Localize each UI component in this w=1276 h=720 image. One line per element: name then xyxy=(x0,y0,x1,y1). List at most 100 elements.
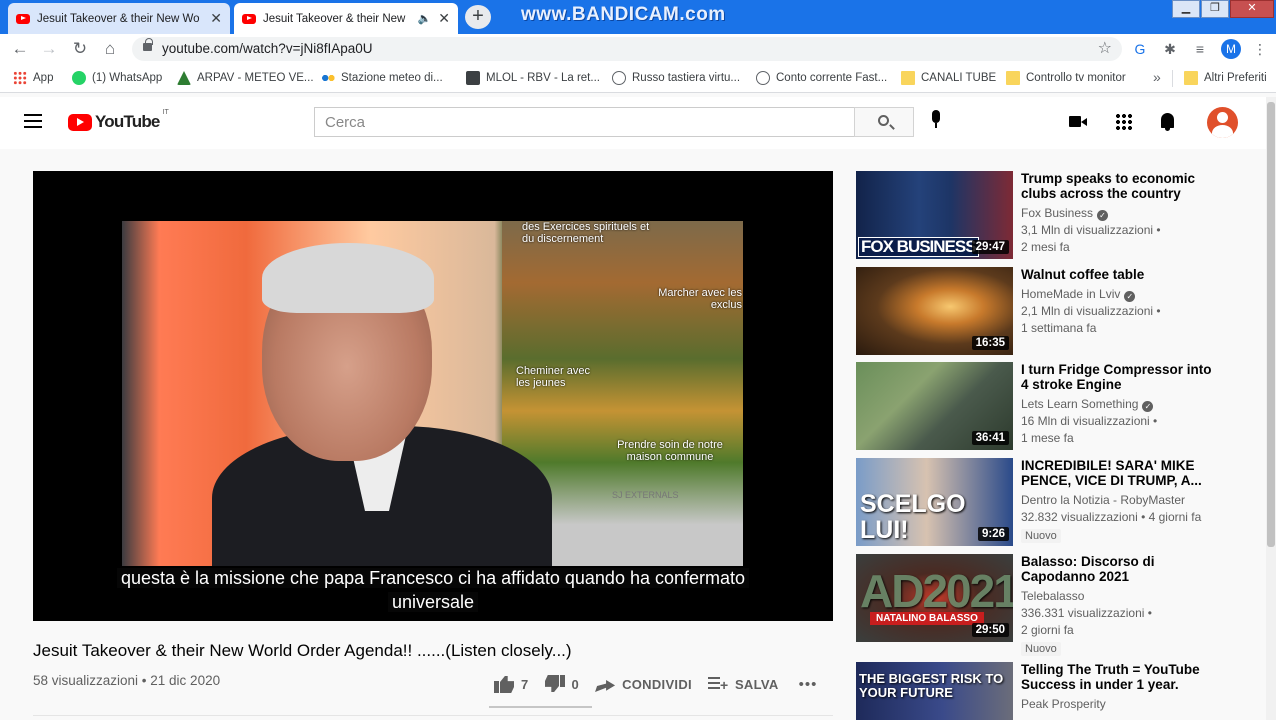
youtube-masthead: YouTube IT xyxy=(0,97,1266,149)
video-thumbnail[interactable]: SCELGO LUI! 9:26 xyxy=(856,458,1013,546)
bookmark-controllo-tv[interactable]: Controllo tv monitor xyxy=(1006,71,1126,85)
poster-text: Marcher avec les exclus xyxy=(658,287,742,311)
bookmark-mlol[interactable]: MLOL - RBV - La ret... xyxy=(466,71,600,85)
scrollbar-thumb[interactable] xyxy=(1267,102,1275,547)
voice-search-mic-icon[interactable] xyxy=(931,110,941,132)
verified-check-icon: ✓ xyxy=(1142,401,1154,412)
bookmark-whatsapp[interactable]: (1) WhatsApp xyxy=(72,71,162,85)
window-close-button[interactable]: ✕ xyxy=(1230,0,1274,18)
video-thumbnail[interactable]: FOX BUSINESS 29:47 xyxy=(856,171,1013,259)
recommended-title[interactable]: I turn Fridge Compressor into 4 stroke E… xyxy=(1021,362,1221,392)
globe-icon xyxy=(756,71,770,85)
page-scrollbar[interactable] xyxy=(1266,97,1276,720)
notifications-bell-icon[interactable] xyxy=(1158,112,1178,132)
more-actions-icon[interactable]: ••• xyxy=(799,676,818,693)
youtube-apps-grid-icon[interactable] xyxy=(1114,112,1132,130)
account-avatar[interactable] xyxy=(1207,107,1238,138)
bookmark-canali-tube[interactable]: CANALI TUBE xyxy=(901,71,996,85)
recommended-title[interactable]: INCREDIBILE! SARA' MIKE PENCE, VICE DI T… xyxy=(1021,458,1226,488)
video-duration: 29:47 xyxy=(971,240,1009,254)
video-thumbnail[interactable]: THE BIGGEST RISK TO YOUR FUTURE xyxy=(856,662,1013,720)
recommended-title[interactable]: Walnut coffee table xyxy=(1021,267,1221,282)
tab-close-icon[interactable]: ✕ xyxy=(438,10,450,27)
share-button[interactable]: CONDIVIDI xyxy=(595,676,692,692)
recommended-video[interactable]: 36:41 I turn Fridge Compressor into 4 st… xyxy=(856,362,1256,452)
video-views-date: 58 visualizzazioni • 21 dic 2020 xyxy=(33,673,221,688)
video-player[interactable]: des Exercices spirituels et du discernem… xyxy=(33,171,833,621)
tab-close-icon[interactable]: ✕ xyxy=(210,10,222,27)
recommended-title[interactable]: Telling The Truth = YouTube Success in u… xyxy=(1021,662,1221,692)
upload-age: 1 settimana fa xyxy=(1021,321,1097,335)
view-count: 32.832 visualizzazioni • 4 giorni fa xyxy=(1021,510,1202,524)
whatsapp-icon xyxy=(72,71,86,85)
recommended-video[interactable]: THE BIGGEST RISK TO YOUR FUTURE Telling … xyxy=(856,662,1256,720)
recommended-video[interactable]: SCELGO LUI! 9:26 INCREDIBILE! SARA' MIKE… xyxy=(856,458,1256,548)
recommended-video[interactable]: FOX BUSINESS 29:47 Trump speaks to econo… xyxy=(856,171,1256,261)
recommended-title[interactable]: Balasso: Discorso di Capodanno 2021 xyxy=(1021,554,1221,584)
search-button[interactable] xyxy=(854,107,914,137)
browser-tab-1[interactable]: Jesuit Takeover & their New Wo ✕ xyxy=(8,3,230,34)
channel-name[interactable]: Peak Prosperity xyxy=(1021,696,1221,713)
poster-text: SJ EXTERNALS xyxy=(612,490,679,500)
thumbnail-banner: NATALINO BALASSO xyxy=(870,612,984,625)
save-button[interactable]: SALVA xyxy=(707,677,779,692)
minimize-button[interactable]: ▁ xyxy=(1172,0,1200,18)
media-queue-icon[interactable]: ≡ xyxy=(1190,39,1210,59)
channel-name[interactable]: Dentro la Notizia - RobyMaster xyxy=(1021,492,1226,509)
bookmarks-bar: App (1) WhatsApp ARPAV - METEO VE... Sta… xyxy=(0,64,1276,93)
lock-icon[interactable] xyxy=(143,38,153,51)
bookmark-conto-corrente[interactable]: Conto corrente Fast... xyxy=(756,71,887,85)
new-tab-button[interactable]: + xyxy=(465,5,491,29)
browser-tab-2[interactable]: Jesuit Takeover & their New 🔈 ✕ xyxy=(234,3,458,34)
maximize-button[interactable]: ❐ xyxy=(1201,0,1229,18)
recommended-title[interactable]: Trump speaks to economic clubs across th… xyxy=(1021,171,1221,201)
thumbnail-caption: THE BIGGEST RISK TO YOUR FUTURE xyxy=(859,671,1004,700)
profile-avatar[interactable]: M xyxy=(1221,39,1241,59)
bookmark-label: Russo tastiera virtu... xyxy=(632,72,741,84)
dislike-button[interactable]: 0 xyxy=(545,675,580,693)
youtube-logo[interactable]: YouTube IT xyxy=(68,109,169,132)
channel-name[interactable]: HomeMade in Lviv ✓ xyxy=(1021,286,1221,303)
bookmark-star-icon[interactable]: ☆ xyxy=(1098,37,1112,61)
bookmark-label: Conto corrente Fast... xyxy=(776,72,888,84)
search-input[interactable] xyxy=(314,107,855,137)
channel-name[interactable]: Telebalasso xyxy=(1021,588,1221,605)
dislike-count: 0 xyxy=(571,676,580,692)
create-video-camera-icon[interactable] xyxy=(1068,112,1088,132)
extensions-puzzle-icon[interactable]: ✱ xyxy=(1160,39,1180,59)
bookmark-label: Altri Preferiti xyxy=(1204,72,1267,84)
bookmark-russo-tastiera[interactable]: Russo tastiera virtu... xyxy=(612,71,740,85)
translate-icon[interactable]: G xyxy=(1130,39,1150,59)
chrome-menu-icon[interactable]: ⋮ xyxy=(1250,39,1270,59)
video-duration: 36:41 xyxy=(971,431,1009,445)
back-arrow-icon[interactable]: ← xyxy=(9,38,31,60)
like-count: 7 xyxy=(521,676,529,692)
view-count: 3,1 Mln di visualizzazioni • xyxy=(1021,223,1161,237)
meteo-dots-icon xyxy=(321,71,335,85)
home-icon[interactable]: ⌂ xyxy=(99,38,121,60)
poster-text: des Exercices spirituels et du discernem… xyxy=(522,221,650,245)
forward-arrow-icon[interactable]: → xyxy=(38,38,60,60)
hamburger-menu-icon[interactable] xyxy=(24,114,42,128)
reload-icon[interactable]: ↻ xyxy=(69,38,91,60)
video-thumbnail[interactable]: 36:41 xyxy=(856,362,1013,450)
bookmarks-overflow-chevron-icon[interactable]: » xyxy=(1153,69,1161,85)
bookmark-apps[interactable]: App xyxy=(13,71,53,85)
video-thumbnail[interactable]: AD2021 NATALINO BALASSO 29:50 xyxy=(856,554,1013,642)
video-thumbnail[interactable]: 16:35 xyxy=(856,267,1013,355)
bookmark-altri-preferiti[interactable]: Altri Preferiti xyxy=(1184,71,1267,85)
url-field[interactable]: youtube.com/watch?v=jNi8fIApa0U ☆ xyxy=(132,37,1122,61)
bookmark-stazione-meteo[interactable]: Stazione meteo di... xyxy=(321,71,443,85)
channel-name[interactable]: Fox Business ✓ xyxy=(1021,205,1221,222)
share-label: CONDIVIDI xyxy=(622,676,692,692)
recommended-video[interactable]: AD2021 NATALINO BALASSO 29:50 Balasso: D… xyxy=(856,554,1256,656)
caption-line-2: universale xyxy=(81,590,785,614)
like-button[interactable]: 7 xyxy=(494,675,529,693)
bookmark-arpav[interactable]: ARPAV - METEO VE... xyxy=(177,71,314,85)
speaker-hair xyxy=(262,243,434,313)
like-dislike-ratio-bar xyxy=(489,706,592,708)
share-arrow-icon xyxy=(595,676,615,692)
speaker-icon[interactable]: 🔈 xyxy=(418,12,432,25)
channel-name[interactable]: Lets Learn Something ✓ xyxy=(1021,396,1221,413)
recommended-video[interactable]: 16:35 Walnut coffee table HomeMade in Lv… xyxy=(856,267,1256,357)
